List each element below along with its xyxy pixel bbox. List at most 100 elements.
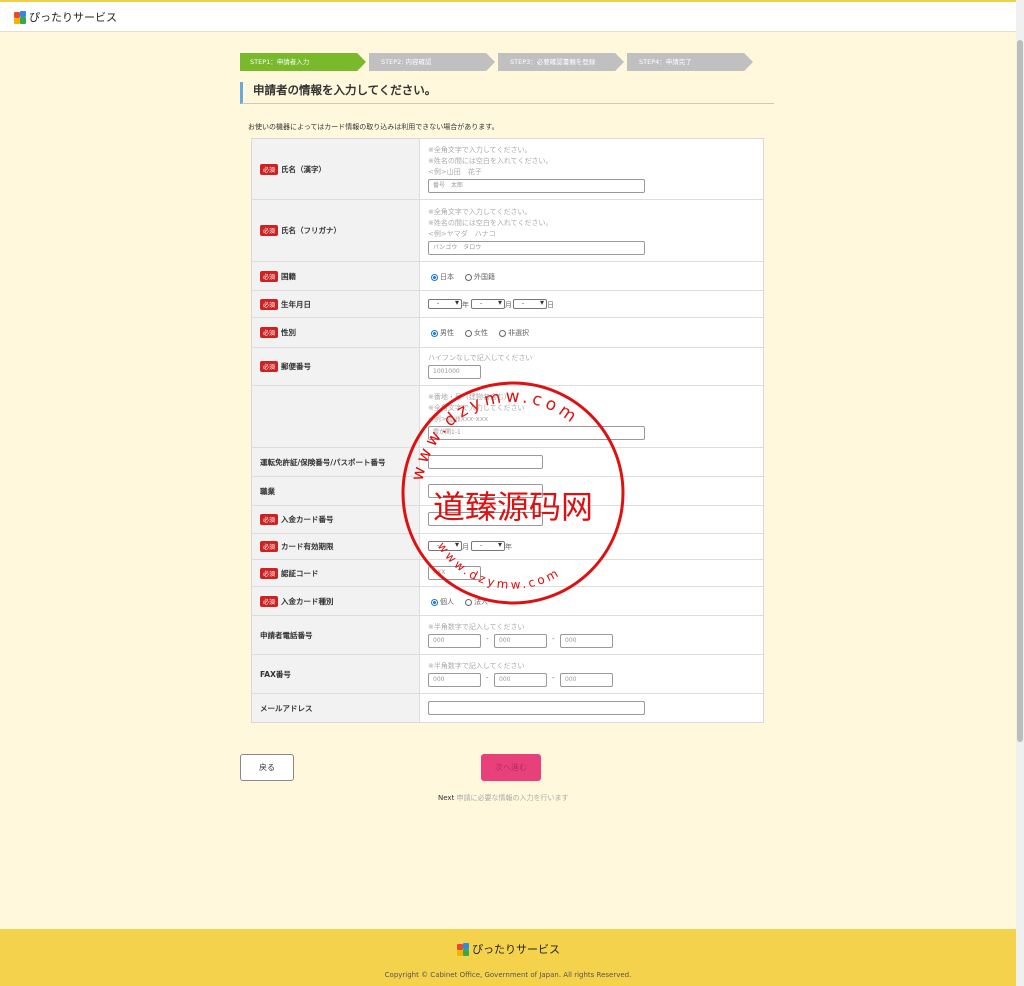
row-card-expiry: 必須カード有効期限 - 月 - 年 xyxy=(252,534,763,560)
birthdate-label: 生年月日 xyxy=(281,299,312,309)
footer-logo[interactable]: ぴったりサービス xyxy=(457,941,560,957)
name-kana-input[interactable]: バンゴウ タロウ xyxy=(428,241,645,255)
required-badge: 必須 xyxy=(260,514,279,525)
birth-year-select[interactable]: - xyxy=(428,299,462,309)
card-number-label: 入金カード番号 xyxy=(281,515,334,524)
hint-line: ※番地・号（建物名含む） xyxy=(428,393,511,401)
expiry-month-select[interactable]: - xyxy=(428,541,462,551)
radio-selected-icon xyxy=(431,329,438,337)
radio-empty-icon xyxy=(465,329,472,337)
footer: ぴったりサービス Copyright © Cabinet Office, Gov… xyxy=(0,929,1016,986)
phone-label: 申請者電話番号 xyxy=(252,616,420,654)
phone-hint: ※半角数字で記入してください xyxy=(428,623,525,631)
scroll-thumb[interactable] xyxy=(1017,40,1023,742)
row-gender: 必須 性別 男性 女性 非選択 xyxy=(252,318,763,348)
gender-female-radio[interactable]: 女性 xyxy=(465,328,488,338)
row-fax: FAX番号 ※半角数字で記入してください 000 - 000 - 000 xyxy=(252,655,763,694)
radio-selected-icon xyxy=(431,598,438,606)
required-badge: 必須 xyxy=(260,361,279,372)
separator: - xyxy=(486,635,489,643)
name-kanji-input[interactable]: 番号 太郎 xyxy=(428,179,645,193)
gender-male-radio[interactable]: 男性 xyxy=(431,328,454,338)
app-logo[interactable]: ぴったりサービス xyxy=(14,9,117,25)
hint-line: ※全角文字で入力してください xyxy=(428,404,525,412)
row-address: ※番地・号（建物名含む） ※全角文字で入力してください <例>豊洲xxx-xxx… xyxy=(252,386,763,448)
license-input[interactable] xyxy=(428,455,543,469)
required-badge: 必須 xyxy=(260,567,279,579)
card-type-personal-radio[interactable]: 個人 xyxy=(431,597,454,607)
service-logo-icon xyxy=(457,942,469,956)
expiry-year-select[interactable]: - xyxy=(471,541,505,551)
fax-hint: ※半角数字で記入してください xyxy=(428,662,525,670)
step-3: STEP3：必要確認書類を登録 xyxy=(498,53,624,71)
required-badge: 必須 xyxy=(260,298,279,310)
service-logo-icon xyxy=(14,10,26,24)
radio-empty-icon xyxy=(465,598,472,606)
nationality-japan-radio[interactable]: 日本 xyxy=(431,272,454,282)
applicant-form: 必須 氏名（漢字） ※全角文字で入力してください。 ※姓名の間には空白を入れてくだ… xyxy=(251,138,764,723)
occupation-label: 職業 xyxy=(252,477,420,505)
occupation-input[interactable] xyxy=(428,484,543,498)
address-input[interactable]: 霞が関1-1 xyxy=(428,426,645,440)
row-occupation: 職業 xyxy=(252,477,763,506)
back-button[interactable]: 戻る xyxy=(240,754,294,781)
card-type-corporate-radio[interactable]: 法人 xyxy=(465,597,488,607)
hint-line: <例>山田 花子 xyxy=(428,168,482,176)
fax-input-2[interactable]: 000 xyxy=(494,673,547,687)
required-badge: 必須 xyxy=(260,327,279,338)
required-badge: 必須 xyxy=(260,270,279,282)
next-button[interactable]: 次へ進む xyxy=(481,754,541,781)
required-badge: 必須 xyxy=(260,163,279,175)
row-name-kanji: 必須 氏名（漢字） ※全角文字で入力してください。 ※姓名の間には空白を入れてくだ… xyxy=(252,139,763,200)
row-license: 運転免許証/保険番号/パスポート番号 xyxy=(252,448,763,477)
name-kana-label: 氏名（フリガナ） xyxy=(281,226,342,235)
year-unit: 年 xyxy=(462,301,469,309)
phone-input-3[interactable]: 000 xyxy=(560,634,613,648)
page-title: 申請者の情報を入力してください。 xyxy=(240,82,774,104)
row-security-code: 必須 認証コード XXX xyxy=(252,560,763,587)
fax-label: FAX番号 xyxy=(252,655,420,693)
birth-day-select[interactable]: - xyxy=(513,299,547,309)
row-postal-code: 必須 郵便番号 ハイフンなしで記入してください 1001000 xyxy=(252,348,763,386)
card-number-input[interactable] xyxy=(428,512,543,526)
row-phone: 申請者電話番号 ※半角数字で記入してください 000 - 000 - 000 xyxy=(252,616,763,655)
hint-line: <例>豊洲xxx-xxx xyxy=(428,415,489,423)
gender-unselected-radio[interactable]: 非選択 xyxy=(499,328,529,338)
phone-input-2[interactable]: 000 xyxy=(494,634,547,648)
next-note: Next 申請に必要な情報の入力を行います xyxy=(438,793,569,803)
card-expiry-label: カード有効期限 xyxy=(281,542,334,551)
phone-input-1[interactable]: 000 xyxy=(428,634,481,648)
month-unit: 月 xyxy=(505,301,512,309)
row-birthdate: 必須生年月日 - 年 - 月 - 日 xyxy=(252,291,763,318)
separator: - xyxy=(552,635,555,643)
name-kanji-label: 氏名（漢字） xyxy=(281,164,327,174)
hint-line: ※全角文字で入力してください。 xyxy=(428,146,532,154)
app-name: ぴったりサービス xyxy=(29,11,117,24)
fax-input-1[interactable]: 000 xyxy=(428,673,481,687)
copyright: Copyright © Cabinet Office, Government o… xyxy=(384,971,632,979)
row-name-kana: 必須 氏名（フリガナ） ※全角文字で入力してください。 ※姓名の間には空白を入れて… xyxy=(252,200,763,262)
security-code-label: 認証コード xyxy=(281,568,319,578)
gender-label: 性別 xyxy=(281,328,297,337)
radio-empty-icon xyxy=(465,273,472,281)
email-input[interactable] xyxy=(428,701,645,715)
nationality-foreign-radio[interactable]: 外国籍 xyxy=(465,272,495,282)
step-1: STEP1：申請者入力 xyxy=(240,53,366,71)
birth-month-select[interactable]: - xyxy=(471,299,505,309)
hint-line: ※姓名の間には空白を入れてください。 xyxy=(428,219,553,227)
postal-code-input[interactable]: 1001000 xyxy=(428,365,481,379)
security-code-input[interactable]: XXX xyxy=(428,566,481,580)
nationality-label: 国籍 xyxy=(281,271,297,281)
month-unit: 月 xyxy=(462,543,469,551)
footer-app-name: ぴったりサービス xyxy=(472,943,560,956)
fax-input-3[interactable]: 000 xyxy=(560,673,613,687)
next-note-text: 申請に必要な情報の入力を行います xyxy=(456,794,569,802)
required-badge: 必須 xyxy=(260,225,279,236)
day-unit: 日 xyxy=(547,301,554,309)
row-email: メールアドレス xyxy=(252,694,763,722)
step-2: STEP2: 内容確認 xyxy=(369,53,495,71)
step-4: STEP4：申請完了 xyxy=(627,53,753,71)
page-scrollbar[interactable] xyxy=(1016,0,1024,986)
postal-hint: ハイフンなしで記入してください xyxy=(428,354,533,362)
radio-empty-icon xyxy=(499,329,506,337)
